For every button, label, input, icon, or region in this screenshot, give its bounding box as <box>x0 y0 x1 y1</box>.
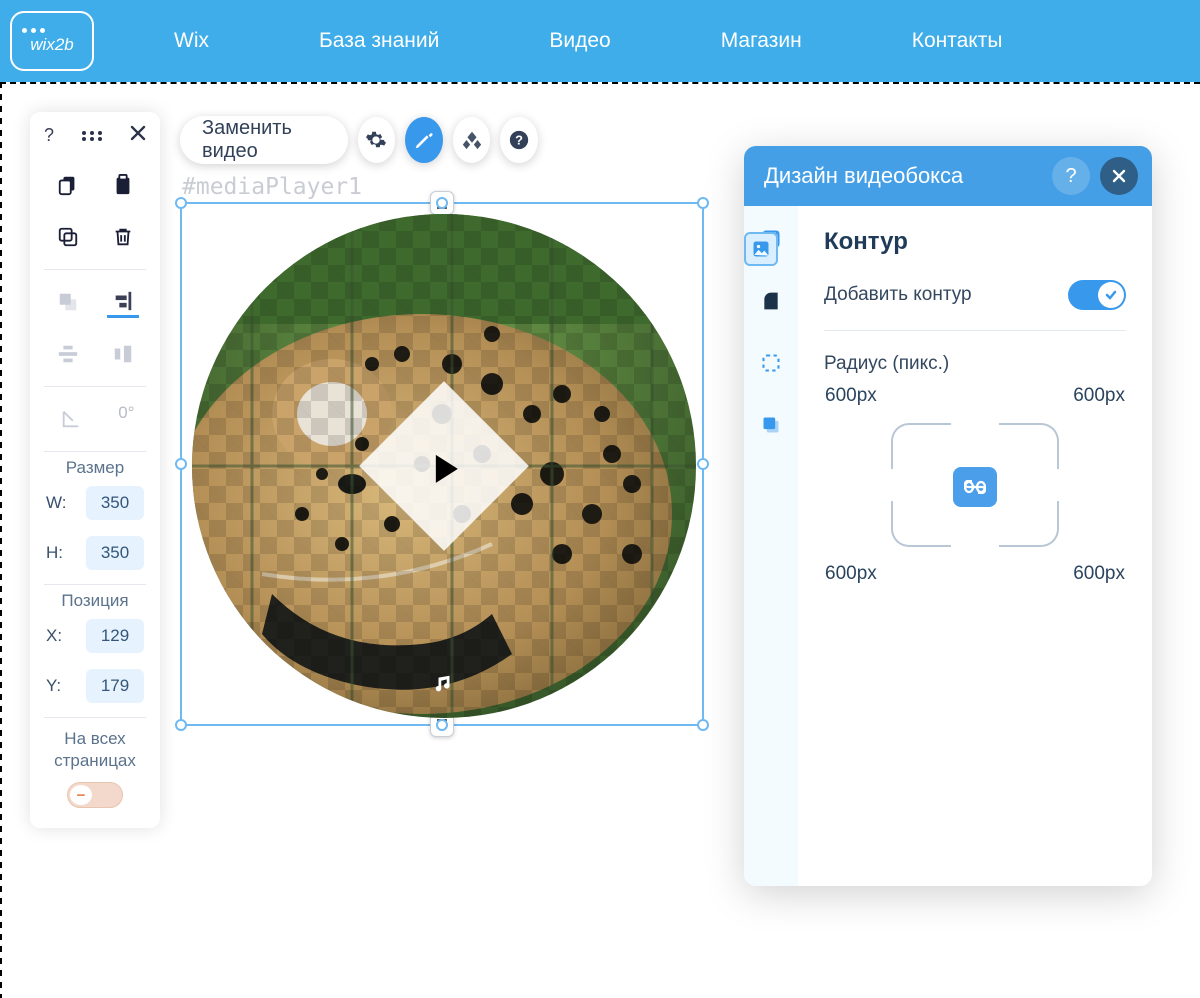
element-id-label: #mediaPlayer1 <box>182 174 362 200</box>
rotate-icon[interactable] <box>55 403 87 435</box>
arrange-icon[interactable] <box>52 286 84 318</box>
panel-tabs <box>744 206 798 886</box>
align-right-icon[interactable] <box>107 286 139 318</box>
panel-help-button[interactable]: ? <box>1052 157 1090 195</box>
nav-shop[interactable]: Магазин <box>721 29 802 53</box>
panel-content: Контур Добавить контур Радиус (пикс.) 60… <box>798 206 1152 886</box>
top-nav: wix2b Wix База знаний Видео Магазин Конт… <box>0 0 1200 82</box>
resize-handle-l[interactable] <box>175 458 187 470</box>
nav-contacts[interactable]: Контакты <box>912 29 1003 53</box>
nav-links: Wix База знаний Видео Магазин Контакты <box>174 29 1002 53</box>
resize-handle-tl[interactable] <box>175 197 187 209</box>
resize-handle-br[interactable] <box>697 719 709 731</box>
y-input[interactable] <box>86 669 144 703</box>
resize-handle-t[interactable] <box>436 197 448 209</box>
duplicate-icon[interactable] <box>52 221 84 253</box>
animation-button[interactable] <box>453 117 491 163</box>
panel-title: Дизайн видеобокса <box>764 163 1042 189</box>
resize-handle-bl[interactable] <box>175 719 187 731</box>
x-label: X: <box>46 626 62 646</box>
all-pages-toggle[interactable]: − <box>67 782 123 808</box>
logo-text: wix2b <box>30 35 73 55</box>
video-circle <box>192 214 696 718</box>
panel-header: Дизайн видеобокса ? <box>744 146 1152 206</box>
toolbox-panel: ? 0° Размер W: H: Позиция X: <box>30 112 160 828</box>
replace-video-button[interactable]: Заменить видео <box>180 116 348 164</box>
tab-media-icon[interactable] <box>744 232 778 266</box>
logo[interactable]: wix2b <box>10 11 94 71</box>
section-outline-title: Контур <box>824 228 1126 256</box>
size-section-title: Размер <box>30 458 160 478</box>
design-panel: Дизайн видеобокса ? Контур Добавить конт… <box>744 146 1152 886</box>
height-input[interactable] <box>86 536 144 570</box>
panel-close-button[interactable] <box>1100 157 1138 195</box>
copy-icon[interactable] <box>52 169 84 201</box>
design-button[interactable] <box>405 117 443 163</box>
drag-grip-icon[interactable] <box>81 130 103 142</box>
radius-tl-value[interactable]: 600px <box>825 385 877 407</box>
toolbox-close-button[interactable] <box>130 124 146 147</box>
rotation-value: 0° <box>118 403 134 435</box>
play-icon <box>436 455 458 483</box>
delete-icon[interactable] <box>107 221 139 253</box>
tab-border-icon[interactable] <box>754 346 788 380</box>
radius-br-value[interactable]: 600px <box>1073 563 1125 585</box>
match-size-icon[interactable] <box>107 338 139 370</box>
tab-corners-icon[interactable] <box>754 284 788 318</box>
canvas-dashed-left <box>0 82 2 998</box>
settings-button[interactable] <box>358 117 396 163</box>
selection-frame[interactable] <box>180 202 704 726</box>
tab-shadow-icon[interactable] <box>754 408 788 442</box>
position-section-title: Позиция <box>30 591 160 611</box>
corner-bracket-bl <box>891 501 951 547</box>
width-label: W: <box>46 493 66 513</box>
music-icon <box>433 673 455 700</box>
nav-kb[interactable]: База знаний <box>319 29 439 53</box>
x-input[interactable] <box>86 619 144 653</box>
height-label: H: <box>46 543 63 563</box>
distribute-icon[interactable] <box>52 338 84 370</box>
radius-title: Радиус (пикс.) <box>824 353 1126 375</box>
nav-video[interactable]: Видео <box>549 29 610 53</box>
element-action-bar: Заменить видео ? <box>180 116 538 164</box>
svg-text:?: ? <box>515 133 523 148</box>
corner-radius-control: 600px 600px 600px 600px <box>825 385 1125 585</box>
toolbox-help-button[interactable]: ? <box>44 125 54 146</box>
all-pages-label: На всех страницах <box>30 724 160 782</box>
add-outline-toggle[interactable] <box>1068 280 1126 310</box>
minus-icon: − <box>77 787 86 804</box>
corner-bracket-br <box>999 501 1059 547</box>
radius-tr-value[interactable]: 600px <box>1073 385 1125 407</box>
corner-bracket-tr <box>999 423 1059 469</box>
corner-bracket-tl <box>891 423 951 469</box>
paste-icon[interactable] <box>107 169 139 201</box>
link-corners-button[interactable] <box>953 467 997 507</box>
radius-bl-value[interactable]: 600px <box>825 563 877 585</box>
add-outline-label: Добавить контур <box>824 284 972 306</box>
help-button[interactable]: ? <box>500 117 538 163</box>
width-input[interactable] <box>86 486 144 520</box>
nav-wix[interactable]: Wix <box>174 29 209 53</box>
resize-handle-r[interactable] <box>697 458 709 470</box>
y-label: Y: <box>46 676 61 696</box>
resize-handle-tr[interactable] <box>697 197 709 209</box>
resize-handle-b[interactable] <box>436 719 448 731</box>
